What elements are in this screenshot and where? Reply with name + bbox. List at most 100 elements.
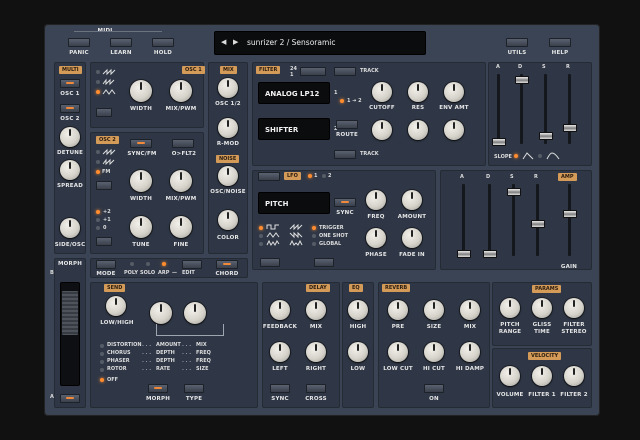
fx-param2-knob[interactable]	[184, 302, 206, 324]
fx-type-button[interactable]	[184, 384, 204, 393]
gain-slider[interactable]	[562, 210, 577, 218]
eq-low-knob[interactable]	[348, 342, 368, 362]
fx-off-led[interactable]	[100, 378, 104, 382]
reverb-pre-knob[interactable]	[388, 300, 408, 320]
osc2-mixpwm-knob[interactable]	[170, 170, 192, 192]
reverb-on-button[interactable]	[424, 384, 444, 393]
lfo-wave-led-1[interactable]	[259, 226, 263, 230]
arp-led[interactable]	[162, 262, 166, 266]
res1-knob[interactable]	[408, 82, 428, 102]
reverb-lowcut-knob[interactable]	[388, 342, 408, 362]
eq-high-knob[interactable]	[348, 300, 368, 320]
lfo-sync-button[interactable]	[334, 198, 356, 207]
fx-morph-button[interactable]	[148, 384, 168, 393]
osc2-wave-led-3[interactable]	[96, 170, 100, 174]
fenv-r-slider[interactable]	[562, 124, 577, 132]
fx-type-row[interactable]: DISTORTION. . . AMOUNT. . . MIX	[100, 342, 250, 350]
rmod-knob[interactable]	[218, 118, 238, 138]
mode-button[interactable]	[96, 260, 116, 269]
lfo-wave-select-button[interactable]	[260, 258, 280, 267]
vel-filter2-knob[interactable]	[564, 366, 584, 386]
delay-left-knob[interactable]	[270, 342, 290, 362]
filter1-track-button[interactable]	[334, 67, 356, 76]
delay-feedback-knob[interactable]	[270, 300, 290, 320]
poly-led[interactable]	[130, 262, 134, 266]
lfo-left-button[interactable]	[258, 172, 280, 181]
osc1-wave-led-3[interactable]	[96, 90, 100, 94]
octave-led-zero[interactable]	[96, 226, 100, 230]
filter2-track-button[interactable]	[334, 150, 356, 159]
filter2-type-display[interactable]: SHIFTER	[258, 118, 330, 140]
spread-knob[interactable]	[60, 160, 80, 180]
envamt2-knob[interactable]	[444, 120, 464, 140]
delay-sync-button[interactable]	[270, 384, 290, 393]
fx-type-row[interactable]: PHASER . . . DEPTH . . . FREQ	[100, 358, 250, 366]
gliss-time-knob[interactable]	[532, 298, 552, 318]
detune-knob[interactable]	[60, 127, 80, 147]
osc1-wave-led-2[interactable]	[96, 80, 100, 84]
preset-display[interactable]: ◀ ▶ sunrizer 2 / Sensoramic	[214, 31, 426, 55]
aenv-a-slider[interactable]	[456, 250, 471, 258]
filter-stereo-knob[interactable]	[564, 298, 584, 318]
delay-mix-knob[interactable]	[306, 300, 326, 320]
delay-right-knob[interactable]	[306, 342, 326, 362]
oneshot-led[interactable]	[312, 234, 316, 238]
aenv-r-slider[interactable]	[530, 220, 545, 228]
lfo-target-display[interactable]: PITCH	[258, 192, 330, 214]
lfo2-led[interactable]	[322, 174, 326, 178]
osc12-knob[interactable]	[218, 78, 238, 98]
osc1-wave-led-1[interactable]	[96, 70, 100, 74]
help-button[interactable]	[549, 38, 571, 47]
global-led[interactable]	[312, 242, 316, 246]
chord-button[interactable]	[216, 260, 238, 269]
side-osc-knob[interactable]	[60, 218, 80, 238]
send-knob[interactable]	[106, 296, 126, 316]
slope-led-2[interactable]	[538, 154, 542, 158]
next-preset-icon[interactable]: ▶	[233, 38, 238, 46]
envamt1-knob[interactable]	[444, 82, 464, 102]
reverb-hidamp-knob[interactable]	[460, 342, 480, 362]
fx-type-led[interactable]	[100, 360, 104, 364]
lfo-freq-knob[interactable]	[366, 190, 386, 210]
osc-noise-knob[interactable]	[218, 166, 238, 186]
osc1-wave-button[interactable]	[96, 108, 112, 117]
lfo1-led[interactable]	[308, 174, 312, 178]
vel-volume-knob[interactable]	[500, 366, 520, 386]
osc1-mixpwm-knob[interactable]	[170, 80, 192, 102]
osc1-width-knob[interactable]	[130, 80, 152, 102]
cutoff1-knob[interactable]	[372, 82, 392, 102]
res2-knob[interactable]	[408, 120, 428, 140]
slope-led-1[interactable]	[514, 154, 518, 158]
route-led[interactable]	[340, 99, 344, 103]
lfo-wave-led-3[interactable]	[259, 242, 263, 246]
octave-led-plus2[interactable]	[96, 210, 100, 214]
pitch-range-knob[interactable]	[500, 298, 520, 318]
trigger-led[interactable]	[312, 226, 316, 230]
color-knob[interactable]	[218, 210, 238, 230]
lfo-phase-knob[interactable]	[366, 228, 386, 248]
octave-button[interactable]	[96, 237, 112, 246]
lfo-wave-led-2[interactable]	[259, 234, 263, 238]
prev-preset-icon[interactable]: ◀	[221, 38, 226, 46]
tune-knob[interactable]	[130, 216, 152, 238]
lfo-amount-knob[interactable]	[402, 190, 422, 210]
morph-a-button[interactable]	[60, 394, 80, 403]
fx-type-row[interactable]: CHORUS . . . DEPTH . . . FREQ	[100, 350, 250, 358]
hold-button[interactable]	[152, 38, 174, 47]
filter-slope-button[interactable]	[300, 67, 326, 76]
fx-type-led[interactable]	[100, 368, 104, 372]
vel-filter1-knob[interactable]	[532, 366, 552, 386]
osc2-wave-button[interactable]	[96, 181, 112, 190]
aenv-d-slider[interactable]	[482, 250, 497, 258]
lfo-fadein-knob[interactable]	[402, 228, 422, 248]
reverb-hicut-knob[interactable]	[424, 342, 444, 362]
reverb-size-knob[interactable]	[424, 300, 444, 320]
morph-slider-handle[interactable]	[62, 291, 78, 335]
osc2-wave-led-1[interactable]	[96, 150, 100, 154]
fine-knob[interactable]	[170, 216, 192, 238]
fenv-d-slider[interactable]	[514, 76, 529, 84]
edit-button[interactable]	[182, 260, 202, 269]
learn-button[interactable]	[110, 38, 132, 47]
fx-type-led[interactable]	[100, 344, 104, 348]
multi-osc2-button[interactable]	[60, 104, 80, 113]
